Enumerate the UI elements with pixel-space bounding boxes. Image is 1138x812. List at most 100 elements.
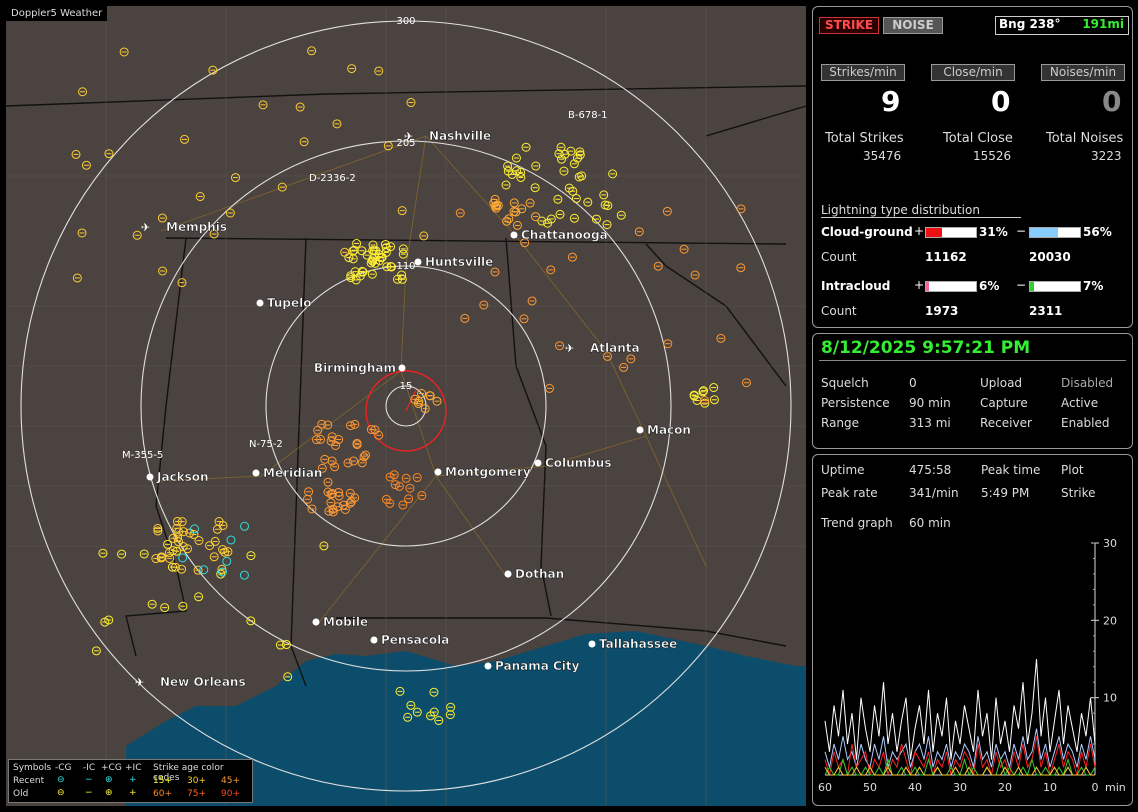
capture-value[interactable]: Active bbox=[1061, 396, 1098, 410]
strike-marker bbox=[509, 198, 519, 208]
upload-value[interactable]: Disabled bbox=[1061, 376, 1113, 390]
plot-label: Plot bbox=[1061, 463, 1084, 477]
strike-marker bbox=[158, 266, 168, 276]
strike-marker bbox=[357, 246, 367, 256]
age-30: 30+ bbox=[187, 776, 206, 786]
noise-button[interactable]: NOISE bbox=[883, 17, 943, 34]
cg-negative-bar bbox=[1029, 227, 1081, 238]
distance-value: 191mi bbox=[1082, 17, 1124, 31]
strike-marker bbox=[511, 153, 521, 163]
ic-positive-pct: 6% bbox=[979, 279, 1000, 293]
strike-marker bbox=[374, 66, 384, 76]
x-unit-label: min bbox=[1105, 781, 1126, 794]
cg-neg-recent-icon: ⊖ bbox=[57, 775, 65, 785]
strike-marker bbox=[78, 87, 88, 97]
svg-text:Macon: Macon bbox=[647, 423, 691, 437]
storm-tag: M-355-5 bbox=[122, 450, 163, 461]
strike-marker bbox=[398, 500, 408, 510]
strike-marker bbox=[569, 213, 579, 223]
bearing-value: Bng 238° bbox=[999, 17, 1061, 31]
cg-positive-bar bbox=[925, 227, 977, 238]
strike-marker bbox=[231, 173, 241, 183]
x-tick-label: 10 bbox=[1043, 781, 1057, 794]
strike-marker bbox=[736, 204, 746, 214]
strike-marker bbox=[295, 102, 305, 112]
strike-marker bbox=[177, 278, 187, 288]
ic-neg-recent-icon: − bbox=[85, 775, 93, 785]
close-per-min-value: 0 bbox=[991, 85, 1011, 118]
strikes-per-min-label[interactable]: Strikes/min bbox=[821, 64, 905, 81]
noises-per-min-label[interactable]: Noises/min bbox=[1041, 64, 1125, 81]
cg-minus-sign: − bbox=[1016, 224, 1027, 238]
strike-marker bbox=[405, 483, 415, 493]
strike-marker bbox=[210, 536, 220, 546]
strike-marker bbox=[517, 204, 527, 214]
recent-strike-marker bbox=[190, 524, 200, 534]
strike-marker bbox=[412, 473, 422, 483]
recent-strike-marker bbox=[239, 570, 249, 580]
trend-series-0 bbox=[824, 658, 1096, 760]
capture-label: Capture bbox=[980, 396, 1028, 410]
city-meridian: Meridian bbox=[252, 466, 323, 480]
city-tupelo: Tupelo bbox=[256, 296, 312, 310]
strike-marker bbox=[258, 100, 268, 110]
strike-marker bbox=[147, 599, 157, 609]
datetime: 8/12/2025 9:57:21 PM bbox=[821, 338, 1031, 358]
total-close-value: 15526 bbox=[973, 149, 1012, 163]
strike-marker bbox=[555, 341, 565, 351]
ic-minus-sign: − bbox=[1016, 278, 1027, 292]
city-pensacola: Pensacola bbox=[370, 633, 449, 647]
strike-marker bbox=[398, 249, 408, 259]
strike-marker bbox=[479, 300, 489, 310]
svg-text:Dothan: Dothan bbox=[515, 567, 564, 581]
svg-text:Nashville: Nashville bbox=[429, 129, 491, 143]
strike-marker bbox=[344, 253, 354, 263]
ic-pos-old-icon: + bbox=[129, 788, 137, 798]
strike-marker bbox=[333, 502, 343, 512]
strike-marker bbox=[320, 454, 330, 464]
persistence-label: Persistence bbox=[821, 396, 890, 410]
strike-marker bbox=[178, 601, 188, 611]
strike-marker bbox=[559, 166, 569, 176]
map-canvas[interactable]: ✈ Nashville ✈ Memphis Chattanooga Huntsville T… bbox=[6, 6, 806, 806]
receiver-value[interactable]: Enabled bbox=[1061, 416, 1110, 430]
strike-marker bbox=[553, 194, 563, 204]
svg-text:Tupelo: Tupelo bbox=[267, 296, 312, 310]
range-value: 313 mi bbox=[909, 416, 951, 430]
strike-marker bbox=[345, 488, 355, 498]
strike-marker bbox=[194, 592, 204, 602]
strike-button[interactable]: STRIKE bbox=[819, 17, 879, 34]
close-per-min-label[interactable]: Close/min bbox=[931, 64, 1015, 81]
radar-map[interactable]: ✈ Nashville ✈ Memphis Chattanooga Huntsville T… bbox=[6, 6, 806, 806]
strike-marker bbox=[419, 231, 429, 241]
trend-label: Trend graph bbox=[821, 516, 893, 530]
strike-marker bbox=[432, 396, 442, 406]
svg-text:✈: ✈ bbox=[135, 676, 144, 689]
strike-marker bbox=[71, 149, 81, 159]
strike-marker bbox=[77, 228, 87, 238]
strike-marker bbox=[383, 141, 393, 151]
svg-text:New Orleans: New Orleans bbox=[160, 675, 246, 689]
strike-marker bbox=[139, 549, 149, 559]
strike-marker bbox=[327, 432, 337, 442]
strike-marker bbox=[527, 296, 537, 306]
uptime-label: Uptime bbox=[821, 463, 865, 477]
plot-value[interactable]: Strike bbox=[1061, 486, 1096, 500]
strike-marker bbox=[455, 208, 465, 218]
svg-text:Birmingham: Birmingham bbox=[314, 361, 396, 375]
strike-marker bbox=[209, 552, 219, 562]
svg-text:✈: ✈ bbox=[565, 342, 574, 355]
strike-marker bbox=[397, 206, 407, 216]
strike-marker bbox=[281, 640, 291, 650]
age-75: 75+ bbox=[187, 789, 206, 799]
total-strikes-label: Total Strikes bbox=[825, 131, 904, 146]
svg-text:Montgomery: Montgomery bbox=[445, 465, 531, 479]
city-huntsville: Huntsville bbox=[414, 255, 494, 269]
ic-count-label: Count bbox=[821, 304, 857, 318]
strike-marker bbox=[571, 194, 581, 204]
strike-marker bbox=[634, 227, 644, 237]
cg-positive-pct: 31% bbox=[979, 225, 1008, 239]
strike-marker bbox=[544, 383, 554, 393]
cg-pos-old-icon: ⊕ bbox=[105, 788, 113, 798]
strike-marker bbox=[160, 603, 170, 613]
